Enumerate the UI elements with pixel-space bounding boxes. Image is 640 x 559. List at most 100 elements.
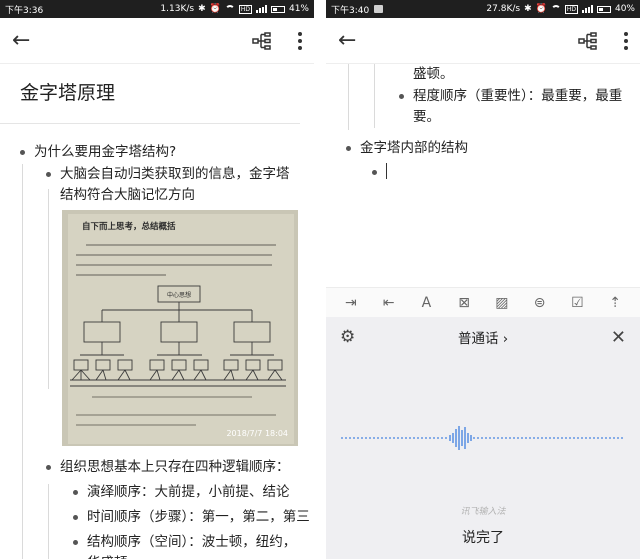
- waveform-dot: [489, 437, 491, 439]
- outline-node[interactable]: 结构顺序（空间）：波士顿，纽约，华盛顿: [0, 532, 306, 559]
- back-arrow-icon[interactable]: ←: [12, 29, 30, 52]
- waveform-dot: [361, 437, 363, 439]
- waveform-dot: [433, 437, 435, 439]
- waveform-dot: [477, 437, 479, 439]
- language-selector[interactable]: 普通话 ›: [458, 327, 508, 347]
- app-toolbar: ←: [326, 18, 640, 64]
- text-style-icon[interactable]: A: [414, 295, 438, 311]
- bluetooth-icon: ✱: [198, 4, 206, 14]
- bullet-icon: [399, 94, 404, 99]
- waveform-dot: [517, 437, 519, 439]
- waveform-dot: [621, 437, 623, 439]
- voice-input-keyboard: ⚙ 普通话 › ✕ 讯飞输入法 说完了: [326, 317, 640, 559]
- waveform-dot: [381, 437, 383, 439]
- left-screenshot: 下午3:36 1.13K/s ✱ ⏰ HD 41% ← 金字塔原理 为什么要用金…: [0, 0, 314, 559]
- gear-icon[interactable]: ⚙: [340, 327, 355, 347]
- back-arrow-icon[interactable]: ←: [338, 29, 356, 52]
- waveform-dot: [537, 437, 539, 439]
- waveform-dot: [577, 437, 579, 439]
- network-speed: 27.8K/s: [486, 4, 521, 14]
- outline-node[interactable]: 演绎顺序：大前提，小前提、结论: [0, 482, 308, 503]
- waveform-dot: [485, 437, 487, 439]
- close-icon[interactable]: ✕: [611, 327, 626, 348]
- more-menu-icon[interactable]: [624, 31, 628, 50]
- document-title[interactable]: 金字塔原理: [0, 64, 300, 124]
- battery-icon: [270, 5, 285, 13]
- waveform-dot: [405, 437, 407, 439]
- outline-node[interactable]: 大脑会自动归类获取到的信息，金字塔结构符合大脑记忆方向: [0, 164, 300, 206]
- image-icon[interactable]: ▨: [490, 295, 514, 311]
- waveform-dot: [593, 437, 595, 439]
- note-icon[interactable]: ⊜: [528, 295, 552, 311]
- mindmap-icon[interactable]: [252, 31, 272, 50]
- move-up-icon[interactable]: ⇡: [603, 295, 627, 311]
- more-menu-icon[interactable]: [298, 31, 302, 50]
- outline-node[interactable]: 为什么要用金字塔结构?: [0, 142, 304, 163]
- app-toolbar: ←: [0, 18, 314, 64]
- indent-icon[interactable]: ⇥: [339, 295, 363, 311]
- waveform-dot: [385, 437, 387, 439]
- waveform-dot: [609, 437, 611, 439]
- mindmap-icon[interactable]: [578, 31, 598, 50]
- outline-node[interactable]: 金字塔内部的结构: [326, 138, 630, 159]
- network-speed: 1.13K/s: [160, 4, 195, 14]
- bullet-icon: [46, 172, 51, 177]
- battery-percent: 40%: [614, 4, 635, 14]
- bullet-icon: [46, 465, 51, 470]
- waveform-dot: [501, 437, 503, 439]
- waveform-dot: [617, 437, 619, 439]
- ime-header: ⚙ 普通话 › ✕: [326, 317, 640, 357]
- wifi-icon: [224, 5, 235, 13]
- formatting-toolbar: ⇥ ⇤ A ⊠ ▨ ⊜ ☑ ⇡: [326, 287, 640, 317]
- waveform-dot: [429, 437, 431, 439]
- bullet-icon: [73, 490, 78, 495]
- outline-node[interactable]: 程度顺序（重要性）：最重要，最重要。: [326, 86, 628, 128]
- waveform-dot: [585, 437, 587, 439]
- waveform-dot: [437, 437, 439, 439]
- waveform-dot: [357, 437, 359, 439]
- battery-percent: 41%: [288, 4, 309, 14]
- waveform-dot: [373, 437, 375, 439]
- attached-photo[interactable]: 自下而上思考，总结概括 中心思想 2018/7/7 18:04: [62, 210, 298, 446]
- checkbox-icon[interactable]: ☑: [565, 295, 589, 311]
- waveform-dot: [597, 437, 599, 439]
- waveform-dot: [529, 437, 531, 439]
- signal-icon: [581, 5, 593, 13]
- waveform-dot: [389, 437, 391, 439]
- message-icon: [374, 5, 384, 13]
- waveform-dot: [349, 437, 351, 439]
- outline-node[interactable]: 组织思想基本上只存在四种逻辑顺序：: [0, 457, 304, 478]
- waveform-dot: [533, 437, 535, 439]
- status-bar: 下午3:36 1.13K/s ✱ ⏰ HD 41%: [0, 0, 314, 18]
- bullet-icon: [346, 146, 351, 151]
- pyramid-diagram: 中心思想: [70, 285, 286, 426]
- waveform-dot: [573, 437, 575, 439]
- bullet-icon: [73, 515, 78, 520]
- outdent-icon[interactable]: ⇤: [377, 295, 401, 311]
- waveform-dot: [565, 437, 567, 439]
- waveform-dot: [613, 437, 615, 439]
- waveform-dot: [569, 437, 571, 439]
- signal-icon: [255, 5, 267, 13]
- status-time: 下午3:36: [5, 5, 44, 16]
- waveform-dot: [497, 437, 499, 439]
- waveform-dot: [341, 437, 343, 439]
- waveform-dot: [541, 437, 543, 439]
- finish-speaking-button[interactable]: 说完了: [326, 527, 640, 547]
- photo-box-label: 中心思想: [167, 291, 191, 299]
- waveform-dot: [505, 437, 507, 439]
- alarm-icon: ⏰: [535, 4, 547, 14]
- bluetooth-icon: ✱: [524, 4, 532, 14]
- waveform-dot: [581, 437, 583, 439]
- waveform-dot: [369, 437, 371, 439]
- waveform-dot: [425, 437, 427, 439]
- battery-icon: [596, 5, 611, 13]
- outline-node-editing[interactable]: [326, 162, 630, 183]
- outline-node-continued[interactable]: 盛顿。: [326, 64, 630, 85]
- waveform-dot: [401, 437, 403, 439]
- status-time: 下午3:40: [331, 5, 370, 16]
- wifi-icon: [550, 5, 561, 13]
- outline-node[interactable]: 时间顺序（步骤）：第一，第二，第三: [0, 507, 312, 528]
- delete-node-icon[interactable]: ⊠: [452, 295, 476, 311]
- waveform-dot: [441, 437, 443, 439]
